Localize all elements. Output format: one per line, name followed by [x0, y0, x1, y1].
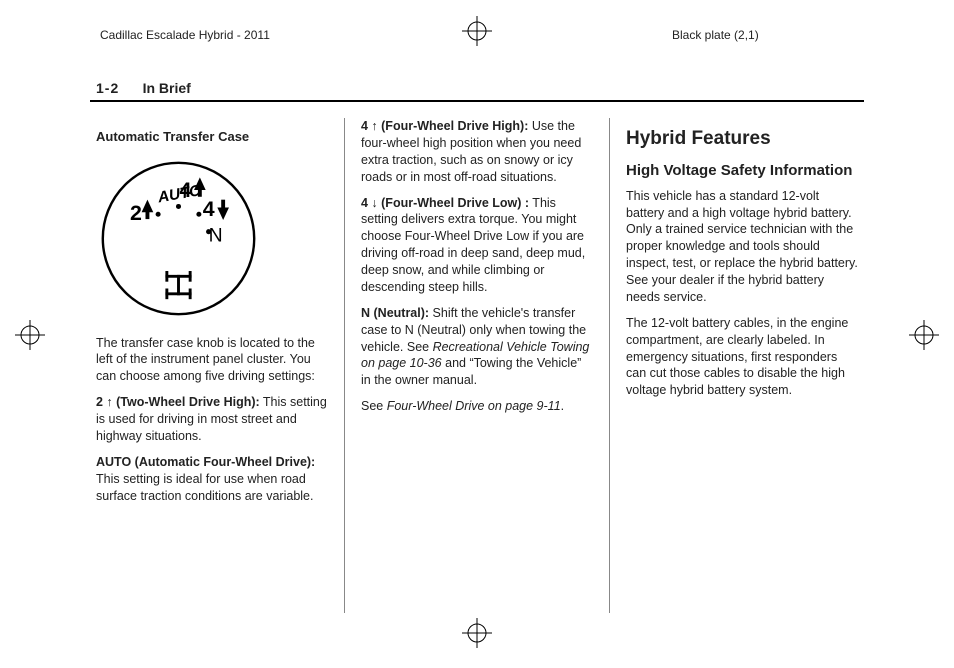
four-hi-para: 4 ↑ (Four-Wheel Drive High): Use the fou… — [361, 118, 593, 186]
dial-2-label: 2 — [130, 201, 142, 225]
two-hi-para: 2 ↑ (Two-Wheel Drive High): This setting… — [96, 394, 328, 445]
page-number: 1-2 — [96, 80, 119, 96]
registration-mark-left-icon — [15, 320, 45, 350]
atc-location-para: The transfer case knob is located to the… — [96, 335, 328, 386]
page-number-section: 1-2 In Brief — [96, 80, 191, 96]
content-columns: Automatic Transfer Case AUTO 2 4 — [90, 118, 864, 613]
registration-mark-right-icon — [909, 320, 939, 350]
hv-para-1: This vehicle has a standard 12-volt batt… — [626, 188, 858, 306]
page-header: Cadillac Escalade Hybrid - 2011 Black pl… — [0, 20, 954, 50]
column-1: Automatic Transfer Case AUTO 2 4 — [90, 118, 344, 613]
hv-safety-heading: High Voltage Safety Information — [626, 162, 858, 180]
two-hi-label: 2 ↑ (Two-Wheel Drive High): — [96, 395, 260, 409]
see-b: . — [561, 399, 564, 413]
see-ref: Four-Wheel Drive on page 9‑11 — [387, 399, 561, 413]
four-lo-label: 4 ↓ (Four-Wheel Drive Low) : — [361, 196, 529, 210]
page-root: Cadillac Escalade Hybrid - 2011 Black pl… — [0, 0, 954, 668]
registration-mark-bottom-icon — [462, 618, 492, 648]
doc-title: Cadillac Escalade Hybrid - 2011 — [100, 28, 270, 42]
auto-label: AUTO (Automatic Four-Wheel Drive): — [96, 455, 315, 469]
registration-mark-top-icon — [462, 16, 492, 46]
hv-para-2: The 12-volt battery cables, in the engin… — [626, 315, 858, 399]
four-lo-body: This setting delivers extra torque. You … — [361, 196, 585, 294]
column-3: Hybrid Features High Voltage Safety Info… — [610, 118, 864, 613]
auto-para: AUTO (Automatic Four-Wheel Drive): This … — [96, 454, 328, 505]
auto-body: This setting is ideal for use when road … — [96, 472, 313, 503]
dial-4lo-label: 4 — [203, 197, 215, 221]
neutral-label: N (Neutral): — [361, 306, 429, 320]
section-title: In Brief — [143, 80, 191, 96]
neutral-para: N (Neutral): Shift the vehicle's transfe… — [361, 305, 593, 389]
column-2: 4 ↑ (Four-Wheel Drive High): Use the fou… — [345, 118, 609, 613]
atc-heading: Automatic Transfer Case — [96, 128, 328, 146]
hybrid-features-heading: Hybrid Features — [626, 126, 858, 152]
header-rule — [90, 100, 864, 102]
see-para: See Four-Wheel Drive on page 9‑11. — [361, 398, 593, 415]
dial-n-label: N — [209, 224, 223, 246]
plate-label: Black plate (2,1) — [672, 28, 759, 42]
dial-4hi-label: 4 — [179, 177, 191, 201]
four-hi-label: 4 ↑ (Four-Wheel Drive High): — [361, 119, 528, 133]
transfer-case-dial-icon: AUTO 2 4 4 N — [96, 156, 261, 321]
see-a: See — [361, 399, 387, 413]
four-lo-para: 4 ↓ (Four-Wheel Drive Low) : This settin… — [361, 195, 593, 296]
